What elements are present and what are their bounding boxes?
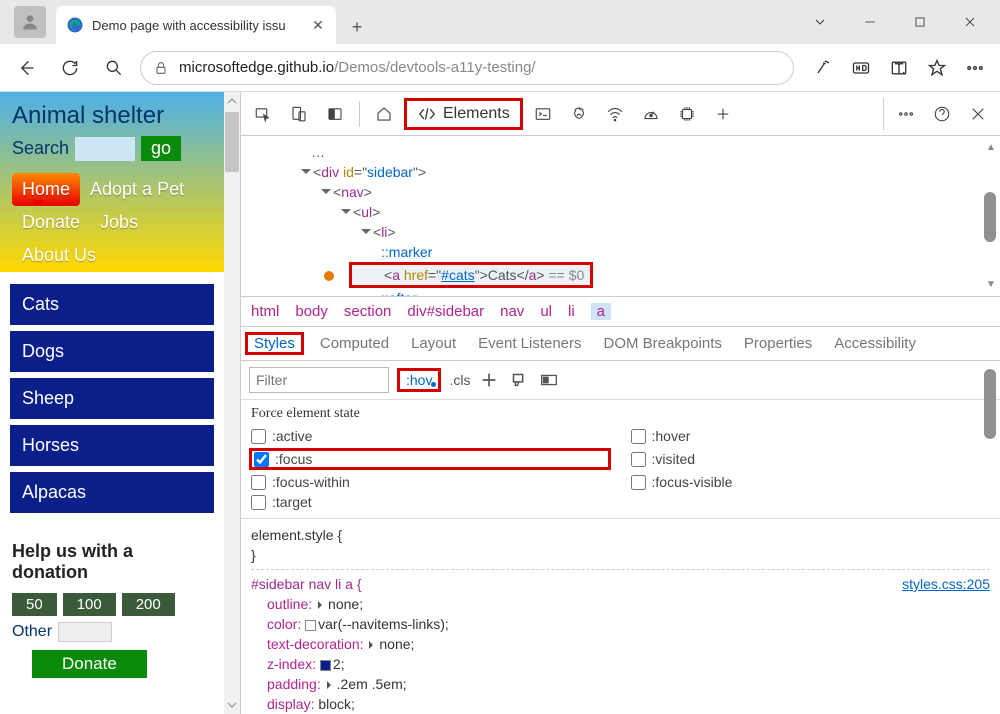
close-button[interactable] <box>948 6 992 38</box>
cls-toggle[interactable]: .cls <box>449 372 470 388</box>
add-tab-icon[interactable] <box>707 98 739 130</box>
tab-layout[interactable]: Layout <box>411 335 456 352</box>
minimize-button[interactable] <box>848 6 892 38</box>
refresh-button[interactable] <box>52 50 88 86</box>
memory-icon[interactable] <box>671 98 703 130</box>
window-controls <box>798 0 1000 44</box>
amount-100[interactable]: 100 <box>63 593 116 616</box>
favorite-icon[interactable] <box>920 51 954 85</box>
amount-200[interactable]: 200 <box>122 593 175 616</box>
donation-heading: Help us with a donation <box>12 541 212 583</box>
nav-adopt[interactable]: Adopt a Pet <box>80 173 194 206</box>
tab-accessibility[interactable]: Accessibility <box>834 335 916 352</box>
profile-icon[interactable] <box>14 6 46 38</box>
inspect-icon[interactable] <box>247 98 279 130</box>
back-button[interactable] <box>8 50 44 86</box>
amount-50[interactable]: 50 <box>12 593 57 616</box>
category-horses[interactable]: Horses <box>10 425 214 466</box>
browser-toolbar: microsoftedge.github.io/Demos/devtools-a… <box>0 44 1000 92</box>
donate-button[interactable]: Donate <box>32 650 147 678</box>
css-rules[interactable]: element.style { } #sidebar nav li a { st… <box>241 519 1000 714</box>
tab-computed[interactable]: Computed <box>320 335 389 352</box>
styles-scrollbar[interactable] <box>984 365 998 710</box>
tab-close-icon[interactable]: ✕ <box>310 17 326 33</box>
state-active[interactable]: :active <box>251 428 611 444</box>
console-icon[interactable] <box>527 98 559 130</box>
dom-tree[interactable]: … <div id="sidebar"> <nav> <ul> <li> ::m… <box>241 136 1000 296</box>
styles-tabs: Styles Computed Layout Event Listeners D… <box>241 326 1000 361</box>
category-cats[interactable]: Cats <box>10 284 214 325</box>
hd-icon[interactable] <box>844 51 878 85</box>
other-label: Other <box>12 623 52 641</box>
tab-title: Demo page with accessibility issu <box>92 18 310 33</box>
dom-scrollbar[interactable]: ▲ ▼ <box>984 142 998 290</box>
browser-tab[interactable]: Demo page with accessibility issu ✕ <box>56 6 336 44</box>
dock-icon[interactable] <box>319 98 351 130</box>
state-visited[interactable]: :visited <box>631 448 991 470</box>
tab-dombp[interactable]: DOM Breakpoints <box>604 335 722 352</box>
search-input[interactable] <box>75 137 135 161</box>
other-input[interactable] <box>58 622 112 642</box>
page-viewport: Animal shelter Search go Home Adopt a Pe… <box>0 92 240 714</box>
more-icon[interactable] <box>958 51 992 85</box>
tab-properties[interactable]: Properties <box>744 335 812 352</box>
brush-icon[interactable] <box>508 369 530 391</box>
force-state-panel: Force element state :active :hover :focu… <box>241 400 1000 519</box>
edge-icon <box>66 16 84 34</box>
nav-donate[interactable]: Donate <box>12 206 90 239</box>
page-scrollbar[interactable] <box>224 92 240 714</box>
tab-styles[interactable]: Styles <box>245 332 304 355</box>
category-sheep[interactable]: Sheep <box>10 378 214 419</box>
styles-panel: :hov .cls Force element state :active :h… <box>241 361 1000 714</box>
device-icon[interactable] <box>283 98 315 130</box>
styles-filter-input[interactable] <box>249 367 389 393</box>
read-aloud-icon[interactable] <box>806 51 840 85</box>
category-dogs[interactable]: Dogs <box>10 331 214 372</box>
help-icon[interactable] <box>926 98 958 130</box>
nav-home[interactable]: Home <box>12 173 80 206</box>
new-tab-button[interactable]: + <box>340 10 374 44</box>
lock-icon <box>153 60 169 76</box>
go-button[interactable]: go <box>141 136 181 161</box>
state-focus[interactable]: :focus <box>254 451 312 467</box>
category-alpacas[interactable]: Alpacas <box>10 472 214 513</box>
search-label: Search <box>12 138 69 159</box>
devtools-toolbar: Elements <box>241 92 1000 136</box>
main-nav: Home Adopt a Pet Donate Jobs About Us <box>12 173 212 272</box>
source-link[interactable]: styles.css:205 <box>902 574 990 594</box>
state-hover[interactable]: :hover <box>631 428 991 444</box>
site-title: Animal shelter <box>12 102 212 130</box>
tab-listeners[interactable]: Event Listeners <box>478 335 581 352</box>
reader-icon[interactable] <box>882 51 916 85</box>
category-list: Cats Dogs Sheep Horses Alpacas <box>0 272 224 531</box>
network-icon[interactable] <box>599 98 631 130</box>
dom-breadcrumb[interactable]: html body section div#sidebar nav ul li … <box>241 296 1000 326</box>
devtools-close-icon[interactable] <box>962 98 994 130</box>
address-bar[interactable]: microsoftedge.github.io/Demos/devtools-a… <box>140 51 794 85</box>
url-text: microsoftedge.github.io/Demos/devtools-a… <box>179 59 536 76</box>
state-target[interactable]: :target <box>251 494 611 510</box>
chevron-down-icon[interactable] <box>798 6 842 38</box>
nav-jobs[interactable]: Jobs <box>90 206 148 239</box>
search-button[interactable] <box>96 50 132 86</box>
elements-tab[interactable]: Elements <box>404 98 523 130</box>
devtools-more-icon[interactable] <box>890 98 922 130</box>
devtools-panel: Elements … <div id="sidebar"> <nav> <ul>… <box>240 92 1000 714</box>
flex-icon[interactable] <box>538 369 560 391</box>
hov-toggle[interactable]: :hov <box>397 368 441 392</box>
performance-icon[interactable] <box>635 98 667 130</box>
state-focus-within[interactable]: :focus-within <box>251 474 611 490</box>
sources-icon[interactable] <box>563 98 595 130</box>
new-style-icon[interactable] <box>478 369 500 391</box>
welcome-icon[interactable] <box>368 98 400 130</box>
state-focus-visible[interactable]: :focus-visible <box>631 474 991 490</box>
titlebar: Demo page with accessibility issu ✕ + <box>0 0 1000 44</box>
maximize-button[interactable] <box>898 6 942 38</box>
selected-dom-node[interactable]: <a href="#cats">Cats</a> == $0 <box>349 262 593 288</box>
nav-about[interactable]: About Us <box>12 239 212 272</box>
